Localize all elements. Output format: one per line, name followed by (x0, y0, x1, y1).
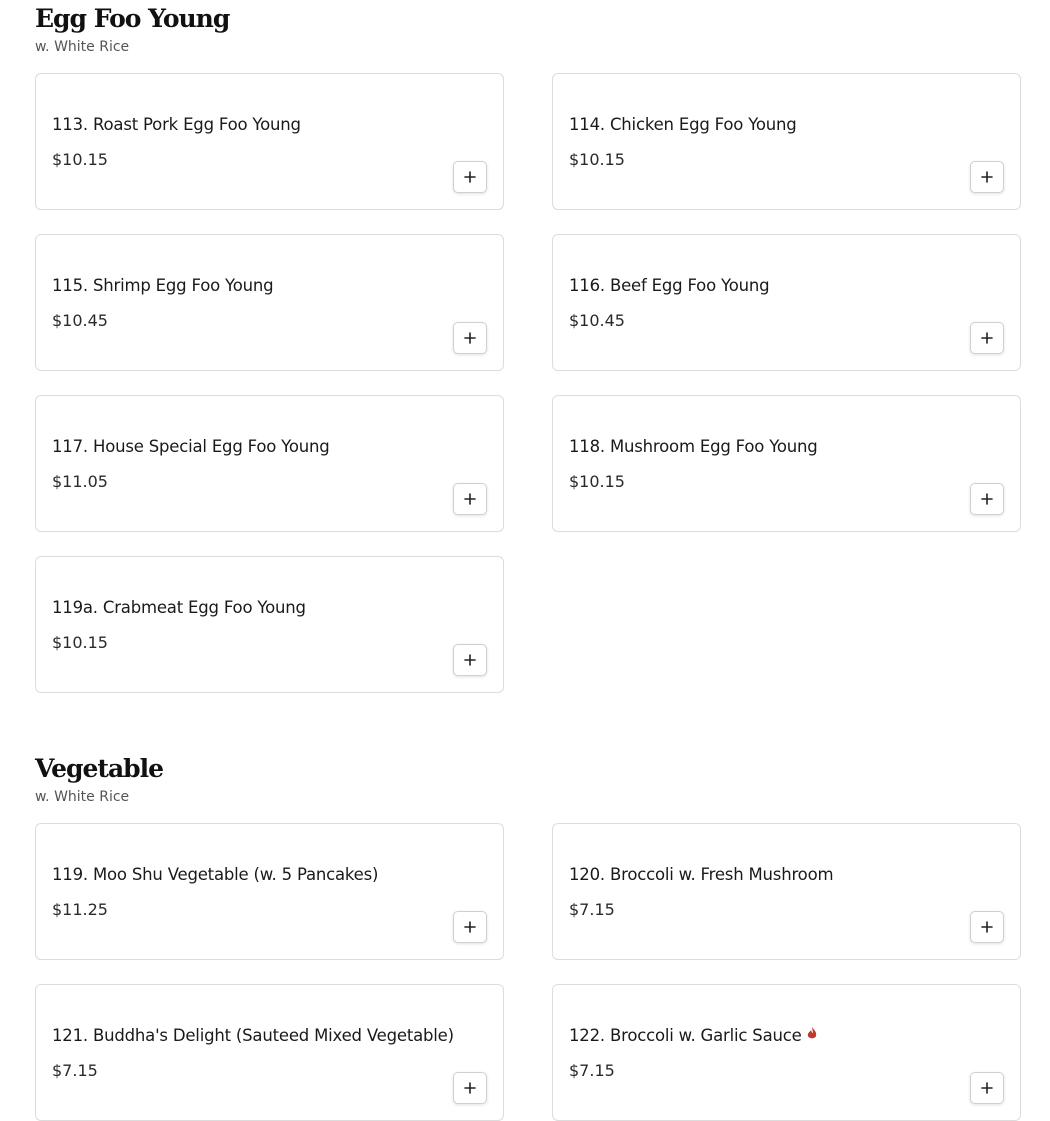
section-title: Egg Foo Young (35, 4, 230, 33)
item-name: 117. House Special Egg Foo Young (52, 437, 330, 456)
menu-item-card[interactable]: 113. Roast Pork Egg Foo Young $10.15 (35, 73, 504, 210)
add-item-button[interactable] (970, 161, 1004, 193)
section-egg-foo-young: Egg Foo Young w. White Rice 113. Roast P… (35, 0, 1021, 693)
item-name: 116. Beef Egg Foo Young (569, 276, 770, 295)
item-price: $10.15 (52, 150, 108, 169)
add-item-button[interactable] (453, 644, 487, 676)
add-item-button[interactable] (453, 911, 487, 943)
plus-icon (981, 332, 993, 344)
item-price: $7.15 (52, 1061, 98, 1080)
menu-grid: 113. Roast Pork Egg Foo Young $10.15 114… (35, 73, 1021, 693)
add-item-button[interactable] (970, 483, 1004, 515)
plus-icon (981, 1082, 993, 1094)
item-price: $10.15 (52, 633, 108, 652)
add-item-button[interactable] (970, 1072, 1004, 1104)
add-item-button[interactable] (453, 161, 487, 193)
item-name: 122. Broccoli w. Garlic Sauce (569, 1026, 802, 1045)
section-vegetable: Vegetable w. White Rice 119. Moo Shu Veg… (35, 750, 1021, 1121)
item-name: 121. Buddha's Delight (Sauteed Mixed Veg… (52, 1026, 454, 1045)
menu-item-card[interactable]: 119a. Crabmeat Egg Foo Young $10.15 (35, 556, 504, 693)
item-price: $10.15 (569, 472, 625, 491)
add-item-button[interactable] (453, 322, 487, 354)
menu-item-card[interactable]: 117. House Special Egg Foo Young $11.05 (35, 395, 504, 532)
item-name: 118. Mushroom Egg Foo Young (569, 437, 818, 456)
item-price: $7.15 (569, 1061, 615, 1080)
menu-item-card[interactable]: 115. Shrimp Egg Foo Young $10.45 (35, 234, 504, 371)
add-item-button[interactable] (970, 911, 1004, 943)
item-name: 115. Shrimp Egg Foo Young (52, 276, 274, 295)
chili-pepper-icon (806, 1025, 818, 1044)
menu-item-card[interactable]: 116. Beef Egg Foo Young $10.45 (552, 234, 1021, 371)
plus-icon (981, 171, 993, 183)
plus-icon (464, 1082, 476, 1094)
section-subtitle: w. White Rice (35, 789, 130, 805)
plus-icon (464, 171, 476, 183)
item-name: 113. Roast Pork Egg Foo Young (52, 115, 301, 134)
item-name: 114. Chicken Egg Foo Young (569, 115, 797, 134)
item-name: 119. Moo Shu Vegetable (w. 5 Pancakes) (52, 865, 379, 884)
plus-icon (464, 654, 476, 666)
menu-item-card[interactable]: 118. Mushroom Egg Foo Young $10.15 (552, 395, 1021, 532)
menu-item-card[interactable]: 114. Chicken Egg Foo Young $10.15 (552, 73, 1021, 210)
plus-icon (981, 921, 993, 933)
add-item-button[interactable] (970, 322, 1004, 354)
menu-item-card[interactable]: 121. Buddha's Delight (Sauteed Mixed Veg… (35, 984, 504, 1121)
item-name: 120. Broccoli w. Fresh Mushroom (569, 865, 834, 884)
item-price: $10.45 (52, 311, 108, 330)
menu-item-card[interactable]: 119. Moo Shu Vegetable (w. 5 Pancakes) $… (35, 823, 504, 960)
plus-icon (981, 493, 993, 505)
item-name: 119a. Crabmeat Egg Foo Young (52, 598, 306, 617)
item-price: $11.25 (52, 900, 108, 919)
plus-icon (464, 921, 476, 933)
menu-item-card[interactable]: 122. Broccoli w. Garlic Sauce $7.15 (552, 984, 1021, 1121)
item-name-row: 122. Broccoli w. Garlic Sauce (569, 1026, 818, 1045)
item-price: $11.05 (52, 472, 108, 491)
item-price: $10.15 (569, 150, 625, 169)
item-price: $7.15 (569, 900, 615, 919)
plus-icon (464, 332, 476, 344)
item-price: $10.45 (569, 311, 625, 330)
menu-item-card[interactable]: 120. Broccoli w. Fresh Mushroom $7.15 (552, 823, 1021, 960)
add-item-button[interactable] (453, 483, 487, 515)
section-title: Vegetable (35, 754, 164, 783)
add-item-button[interactable] (453, 1072, 487, 1104)
menu-grid: 119. Moo Shu Vegetable (w. 5 Pancakes) $… (35, 823, 1021, 1121)
plus-icon (464, 493, 476, 505)
section-subtitle: w. White Rice (35, 39, 130, 55)
